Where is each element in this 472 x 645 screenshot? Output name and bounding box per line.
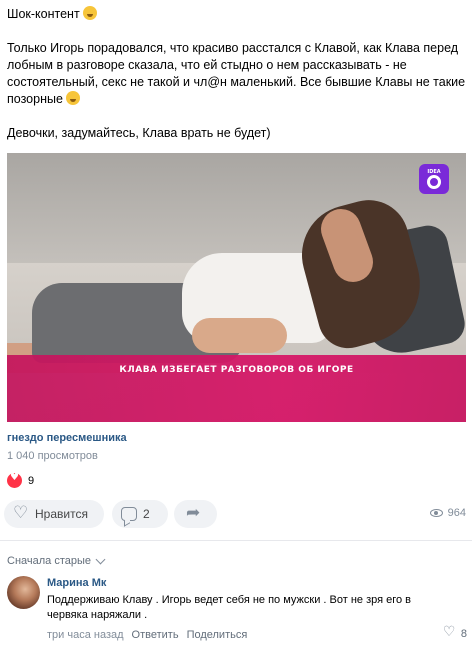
- views-counter: 964: [429, 507, 466, 519]
- comment-sort-dropdown[interactable]: Сначала старые: [7, 554, 106, 567]
- smile-emoji-icon: [83, 6, 98, 20]
- comment-count: 2: [143, 507, 150, 521]
- comment-button[interactable]: 2: [112, 500, 168, 528]
- video-caption: КЛАВА ИЗБЕГАЕТ РАЗГОВОРОВ ОБ ИГОРЕ: [119, 365, 354, 375]
- channel-logo-ring: [427, 175, 441, 189]
- like-label: Нравится: [35, 507, 88, 521]
- avatar[interactable]: [7, 576, 40, 609]
- heart-icon: [443, 624, 456, 640]
- heart-icon: [13, 503, 29, 523]
- divider: [0, 540, 472, 541]
- reactions-summary[interactable]: 9: [7, 472, 35, 488]
- view-count-text: 1 040 просмотров: [7, 450, 98, 462]
- post-paragraph: Только Игорь порадовался, что красиво ра…: [7, 41, 466, 106]
- chevron-down-icon: [95, 554, 106, 565]
- views-count: 964: [447, 507, 466, 519]
- eye-icon: [429, 509, 443, 517]
- post-text: Шок-контент Только Игорь порадовался, чт…: [7, 6, 467, 142]
- video-player[interactable]: IDEA КЛАВА ИЗБЕГАЕТ РАЗГОВОРОВ ОБ ИГОРЕ: [7, 153, 466, 422]
- post-line-1: Шок-контент: [7, 6, 467, 23]
- channel-logo-icon: IDEA: [419, 164, 449, 194]
- grin-emoji-icon: [66, 91, 81, 105]
- share-icon: [186, 503, 204, 523]
- comment-time[interactable]: три часа назад: [47, 629, 124, 641]
- comment-meta: три часа назад Ответить Поделиться: [47, 629, 247, 641]
- belly: [192, 318, 287, 353]
- share-link[interactable]: Поделиться: [187, 629, 248, 641]
- comment-like-button[interactable]: 8: [443, 624, 467, 640]
- share-button[interactable]: [174, 500, 217, 528]
- comment-author[interactable]: Марина Мк: [47, 577, 106, 589]
- comment-text: Поддерживаю Клаву . Игорь ведет себя не …: [47, 594, 412, 621]
- reaction-count: 9: [28, 474, 35, 487]
- post-closing: Девочки, задумайтесь, Клава врать не буд…: [7, 126, 271, 140]
- like-button[interactable]: Нравится: [4, 500, 104, 528]
- comment-like-count: 8: [460, 628, 467, 640]
- reply-link[interactable]: Ответить: [132, 629, 179, 641]
- heart-reaction-icon: [7, 472, 22, 488]
- sort-label: Сначала старые: [7, 555, 92, 567]
- post-actions: Нравится 2 964: [4, 500, 468, 530]
- source-link[interactable]: гнездо пересмешника: [7, 432, 127, 444]
- comment-icon: [121, 507, 137, 521]
